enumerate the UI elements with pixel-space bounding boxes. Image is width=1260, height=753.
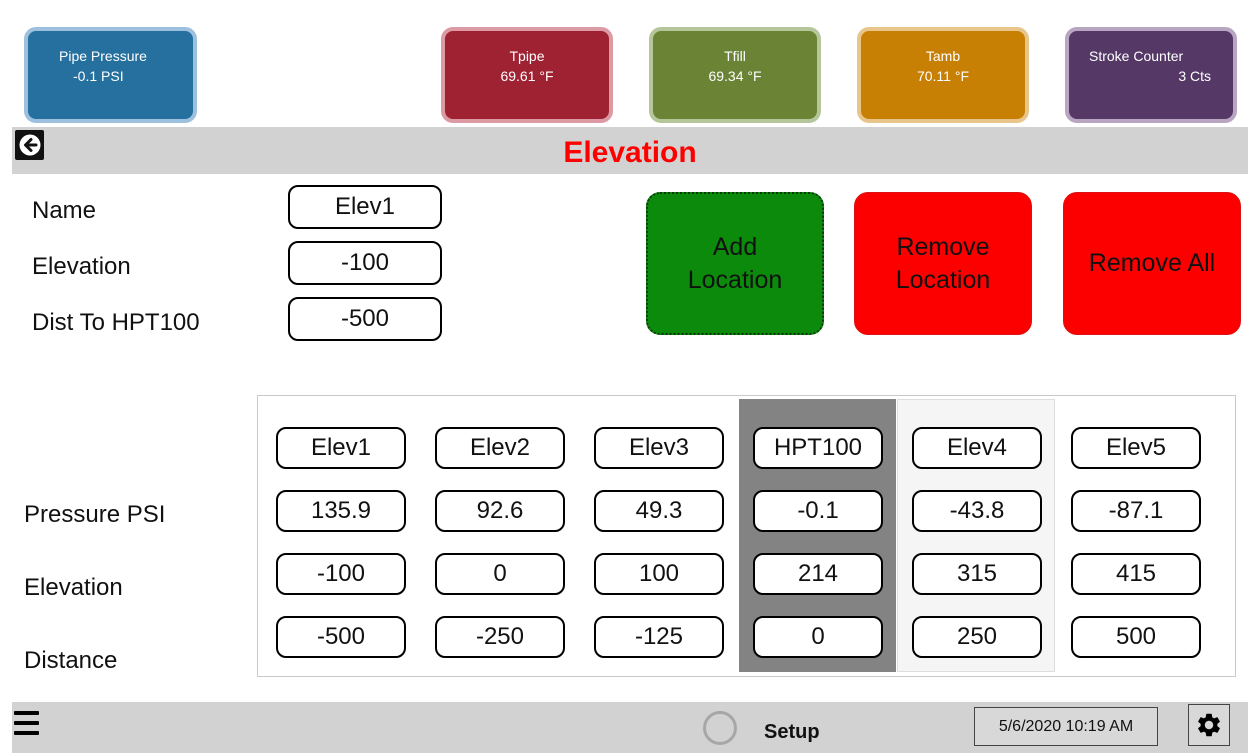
elevation-cell: 0 (435, 553, 565, 595)
elevation-cell: 100 (594, 553, 724, 595)
stroke-counter-tile[interactable]: Stroke Counter 3 Cts (1065, 27, 1237, 123)
hamburger-menu-icon[interactable] (14, 711, 39, 735)
distance-cell: 250 (912, 616, 1042, 658)
tfill-value: 69.34 °F (708, 68, 762, 84)
location-name-cell[interactable]: Elev2 (435, 427, 565, 469)
bottom-bar: Setup 5/6/2020 10:19 AM (12, 702, 1248, 753)
add-location-line2: Location (687, 265, 783, 294)
settings-button[interactable] (1188, 704, 1230, 746)
remove-all-button[interactable]: Remove All (1063, 192, 1241, 335)
pressure-cell: -43.8 (912, 490, 1042, 532)
tfill-tile[interactable]: Tfill 69.34 °F (649, 27, 821, 123)
location-name-cell[interactable]: Elev5 (1071, 427, 1201, 469)
name-field[interactable]: Elev1 (288, 185, 442, 229)
stroke-counter-value: 3 Cts (1178, 68, 1211, 84)
pipe-pressure-value: -0.1 PSI (73, 68, 124, 84)
tamb-label: Tamb (925, 48, 961, 64)
distance-cell: 0 (753, 616, 883, 658)
status-label: Setup (764, 721, 820, 743)
location-name-cell[interactable]: Elev1 (276, 427, 406, 469)
remove-location-button[interactable]: Remove Location (854, 192, 1032, 335)
pipe-pressure-label: Pipe Pressure (59, 48, 147, 64)
distance-cell: -500 (276, 616, 406, 658)
dist-to-hpt100-field[interactable]: -500 (288, 297, 442, 341)
elevation-cell: -100 (276, 553, 406, 595)
elevation-cell: 415 (1071, 553, 1201, 595)
pressure-cell: 92.6 (435, 490, 565, 532)
elevation-field[interactable]: -100 (288, 241, 442, 285)
add-location-button[interactable]: Add Location (646, 192, 824, 335)
location-name-cell[interactable]: HPT100 (753, 427, 883, 469)
distance-cell: 500 (1071, 616, 1201, 658)
pressure-cell: -87.1 (1071, 490, 1201, 532)
pressure-cell: -0.1 (753, 490, 883, 532)
datetime-display[interactable]: 5/6/2020 10:19 AM (974, 707, 1158, 746)
elevation-cell: 315 (912, 553, 1042, 595)
tamb-value: 70.11 °F (916, 68, 970, 84)
tfill-label: Tfill (724, 48, 746, 64)
elevation-label: Elevation (32, 253, 131, 280)
distance-cell: -125 (594, 616, 724, 658)
back-button[interactable] (15, 130, 44, 160)
tpipe-label: Tpipe (509, 48, 545, 64)
stroke-counter-label: Stroke Counter (1089, 48, 1184, 64)
pressure-row-label: Pressure PSI (24, 501, 166, 528)
title-bar: Elevation (12, 127, 1248, 174)
elevation-row-label: Elevation (24, 574, 123, 601)
name-label: Name (32, 197, 97, 224)
status-indicator (703, 711, 737, 745)
dist-to-hpt100-label: Dist To HPT100 (32, 309, 200, 336)
remove-location-line1: Remove (896, 232, 990, 261)
location-name-cell[interactable]: Elev3 (594, 427, 724, 469)
distance-row-label: Distance (24, 647, 118, 674)
arrow-left-circle-icon (19, 134, 40, 156)
elevation-cell: 214 (753, 553, 883, 595)
pressure-cell: 135.9 (276, 490, 406, 532)
pressure-cell: 49.3 (594, 490, 724, 532)
gear-icon (1198, 713, 1220, 737)
tpipe-tile[interactable]: Tpipe 69.61 °F (441, 27, 613, 123)
add-location-line1: Add (712, 232, 758, 261)
location-name-cell[interactable]: Elev4 (912, 427, 1042, 469)
remove-location-line2: Location (895, 265, 991, 294)
page-title: Elevation (563, 136, 697, 169)
tamb-tile[interactable]: Tamb 70.11 °F (857, 27, 1029, 123)
distance-cell: -250 (435, 616, 565, 658)
pipe-pressure-tile[interactable]: Pipe Pressure -0.1 PSI (24, 27, 197, 123)
tpipe-value: 69.61 °F (500, 68, 554, 84)
